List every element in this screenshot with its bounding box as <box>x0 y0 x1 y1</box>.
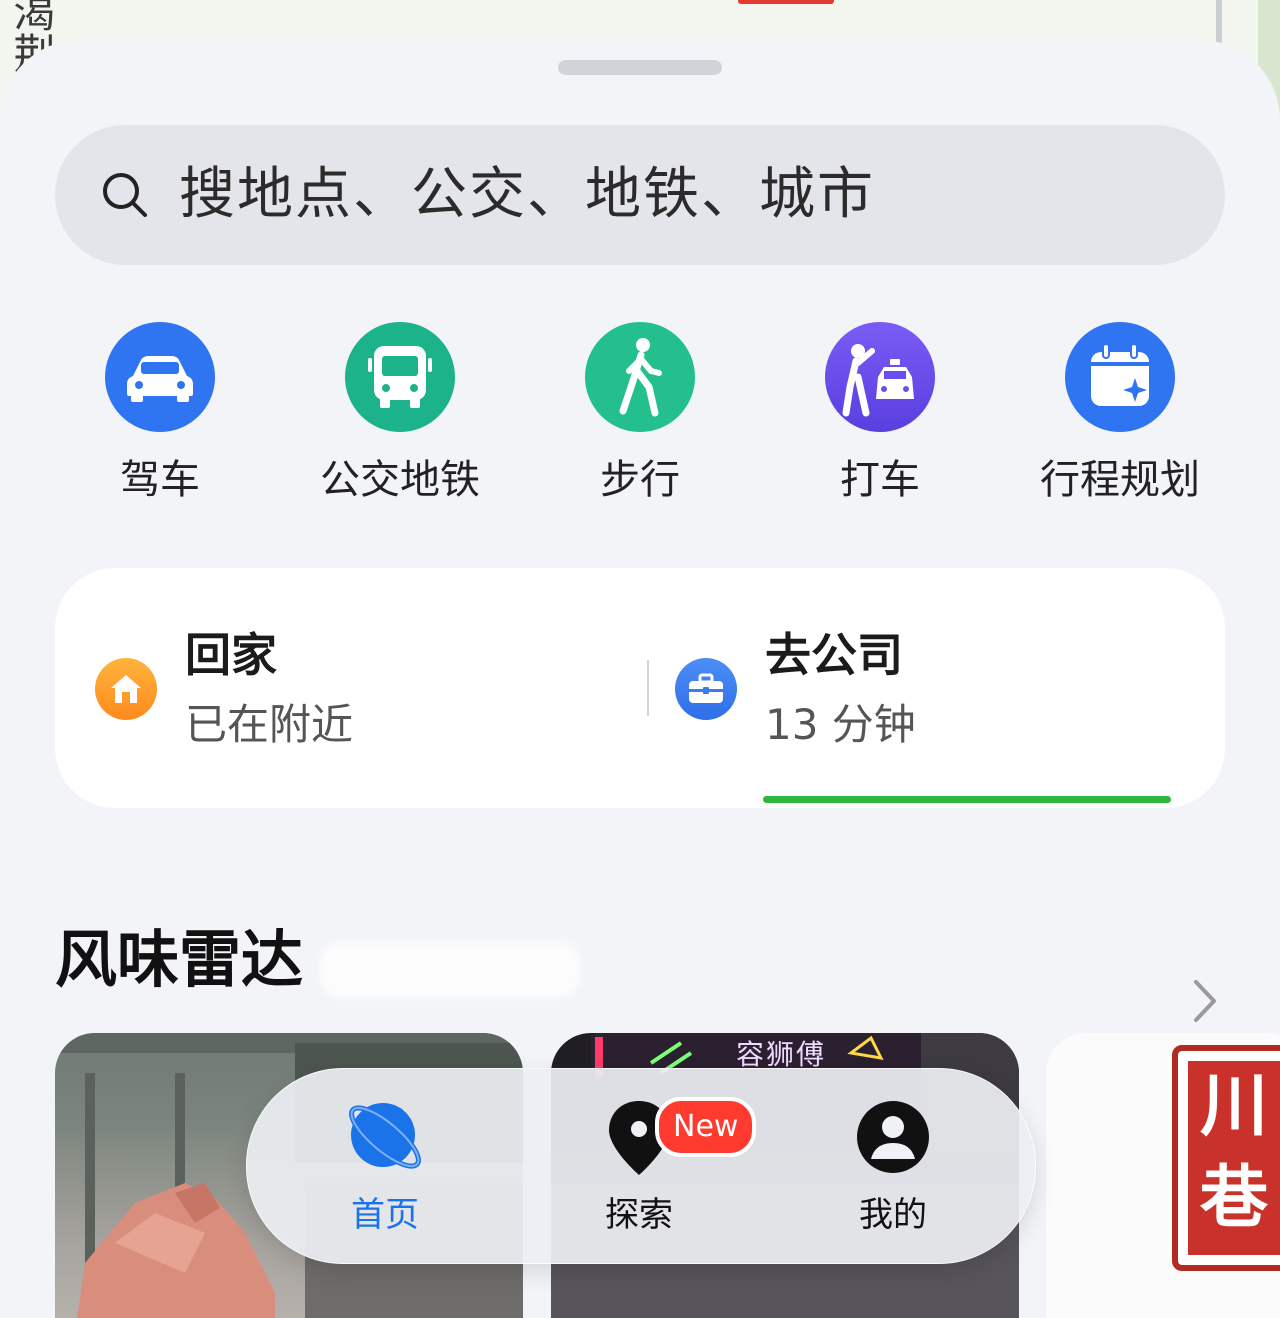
home-title[interactable]: 回家 <box>185 626 277 684</box>
work-traffic-bar-fill <box>763 796 1171 803</box>
action-drive-label: 驾车 <box>120 457 200 503</box>
food-card-3[interactable]: 川巷 <box>1046 1033 1280 1318</box>
bus-icon <box>345 322 455 432</box>
tab-explore-label: 探索 <box>605 1195 673 1235</box>
tab-profile[interactable]: 我的 <box>813 1097 973 1247</box>
briefcase-icon <box>675 658 737 720</box>
bottom-tab-bar: 首页 探索 New 我的 <box>246 1068 1036 1264</box>
walk-icon <box>585 322 695 432</box>
chuanxiang-logo-photo: 川巷 <box>1172 1045 1280 1271</box>
new-badge: New <box>655 1097 757 1157</box>
search-icon <box>103 173 147 217</box>
action-taxi-label: 打车 <box>840 457 920 503</box>
car-icon <box>105 322 215 432</box>
work-title[interactable]: 去公司 <box>765 626 903 684</box>
home-subtitle: 已在附近 <box>185 700 354 749</box>
taxi-hail-icon <box>825 322 935 432</box>
action-transit-label: 公交地铁 <box>320 457 480 503</box>
action-walk-label: 步行 <box>600 457 680 503</box>
search-placeholder: 搜地点、公交、地铁、城市 <box>179 162 875 227</box>
commute-divider <box>647 660 649 716</box>
action-transit[interactable]: 公交地铁 <box>280 322 520 522</box>
person-icon <box>857 1101 929 1173</box>
tab-profile-label: 我的 <box>859 1195 927 1235</box>
action-walk[interactable]: 步行 <box>520 322 760 522</box>
chevron-right-icon[interactable] <box>1188 976 1222 1026</box>
section-title: 风味雷达 <box>55 923 304 996</box>
home-icon <box>95 658 157 720</box>
work-traffic-bar <box>763 796 1171 803</box>
action-trip-plan-label: 行程规划 <box>1040 457 1200 503</box>
action-taxi[interactable]: 打车 <box>760 322 1000 522</box>
action-drive[interactable]: 驾车 <box>40 322 280 522</box>
tab-home[interactable]: 首页 <box>305 1097 465 1247</box>
section-blurred-subtitle <box>320 942 580 998</box>
action-trip-plan[interactable]: 行程规划 <box>1000 322 1240 522</box>
calendar-sparkle-icon <box>1065 322 1175 432</box>
sheet-drag-handle[interactable] <box>558 60 722 75</box>
logo-text: 川巷 <box>1188 1061 1280 1255</box>
search-bar[interactable]: 搜地点、公交、地铁、城市 <box>55 125 1225 265</box>
neon-sign-text: 容狮傅 <box>736 1038 827 1071</box>
map-road-marker <box>738 0 834 4</box>
tab-home-label: 首页 <box>351 1195 419 1235</box>
commute-card: 回家 已在附近 去公司 13 分钟 <box>55 568 1225 808</box>
planet-icon <box>349 1103 421 1169</box>
work-eta: 13 分钟 <box>765 700 916 749</box>
